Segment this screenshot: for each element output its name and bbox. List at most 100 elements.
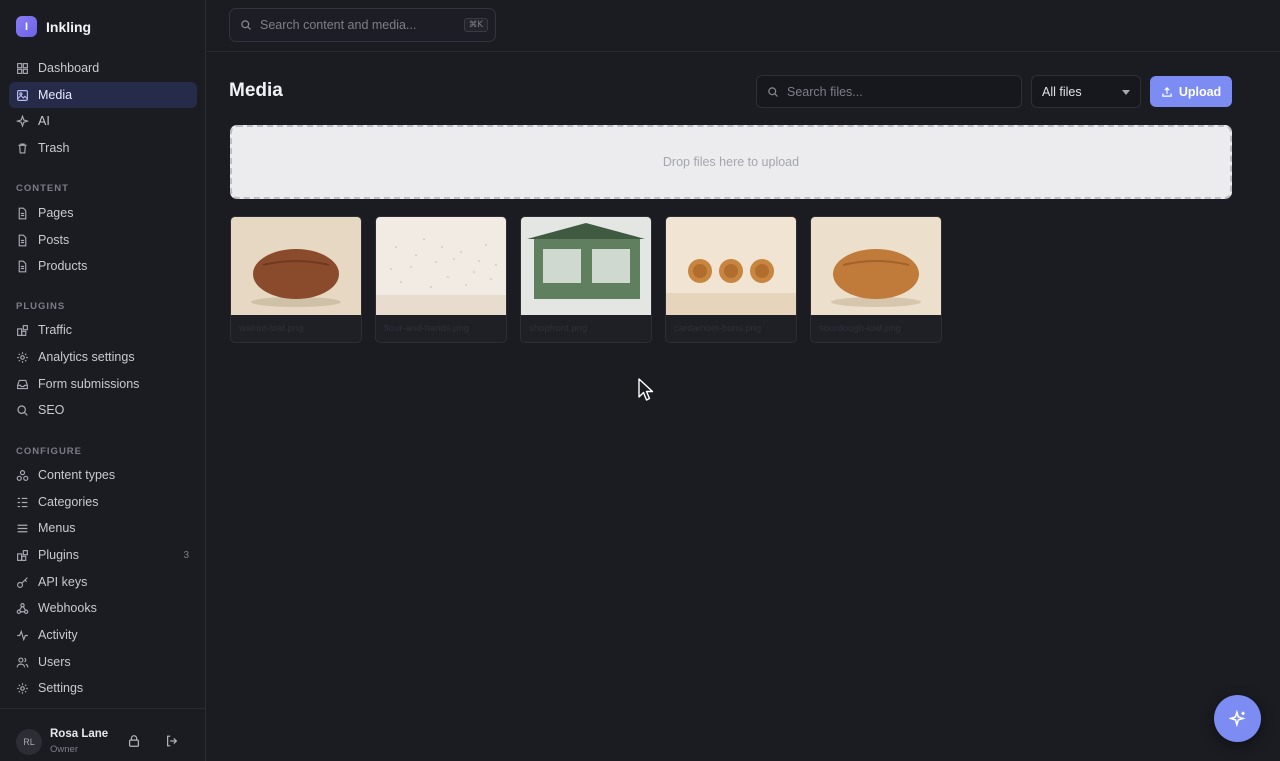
media-card[interactable]: cardamom-buns.png <box>665 216 797 343</box>
sidebar-item-media[interactable]: Media <box>9 82 197 108</box>
user-name: Rosa Lane <box>50 728 109 740</box>
file-search-input[interactable] <box>787 84 1007 99</box>
sidebar-item-label: AI <box>38 114 50 128</box>
global-search[interactable]: ⌘K <box>229 8 496 42</box>
media-thumbnail <box>811 217 941 315</box>
brand-logo: I <box>16 16 37 37</box>
image-icon <box>16 89 29 102</box>
shapes-icon <box>16 469 29 482</box>
sidebar-item-label: Categories <box>38 495 99 509</box>
sidebar-item-label: Analytics settings <box>38 350 135 364</box>
page-title: Media <box>229 80 283 101</box>
sidebar-item-activity[interactable]: Activity <box>9 622 197 648</box>
media-filename: cardamom-buns.png <box>674 323 762 334</box>
media-card[interactable]: walnut-loaf.png <box>230 216 362 343</box>
media-thumbnail <box>376 217 506 315</box>
media-filename: walnut-loaf.png <box>239 323 304 334</box>
document-icon <box>16 234 29 247</box>
ai-assistant-button[interactable] <box>1214 695 1261 742</box>
sidebar-item-plugins[interactable]: Plugins 3 <box>9 542 197 568</box>
sidebar-item-label: Pages <box>38 206 74 220</box>
sidebar-item-label: SEO <box>38 403 65 417</box>
sidebar-item-label: Plugins <box>38 548 79 562</box>
upload-icon <box>1161 86 1173 98</box>
sidebar-item-label: Activity <box>38 628 78 642</box>
sidebar-item-menus[interactable]: Menus <box>9 515 197 541</box>
search-icon <box>767 86 779 98</box>
sidebar-item-dashboard[interactable]: Dashboard <box>9 55 197 81</box>
sidebar-item-form-submissions[interactable]: Form submissions <box>9 371 197 397</box>
sidebar: I Inkling Dashboard Media AI Trash CONTE… <box>0 0 206 761</box>
sidebar-item-seo[interactable]: SEO <box>9 397 197 423</box>
sidebar-item-content-types[interactable]: Content types <box>9 462 197 488</box>
gear-icon <box>16 351 29 364</box>
puzzle-icon <box>16 549 29 562</box>
sidebar-item-label: Traffic <box>38 323 73 337</box>
sidebar-item-analytics-settings[interactable]: Analytics settings <box>9 344 197 370</box>
sidebar-item-label: Trash <box>38 141 70 155</box>
sidebar-item-label: API keys <box>38 575 88 589</box>
plugins-count-badge: 3 <box>183 549 189 561</box>
sidebar-item-pages[interactable]: Pages <box>9 200 197 226</box>
sidebar-item-label: Posts <box>38 233 70 247</box>
search-icon <box>16 404 29 417</box>
avatar[interactable]: RL <box>16 729 42 755</box>
sidebar-item-label: Content types <box>38 468 116 482</box>
gear-icon <box>16 682 29 695</box>
document-icon <box>16 207 29 220</box>
document-icon <box>16 260 29 273</box>
key-icon <box>16 576 29 589</box>
menu-icon <box>16 522 29 535</box>
activity-icon <box>16 629 29 642</box>
sidebar-item-label: Form submissions <box>38 377 140 391</box>
upload-dropzone[interactable]: Drop files here to upload <box>230 125 1232 199</box>
webhook-icon <box>16 602 29 615</box>
filter-value: All files <box>1042 84 1082 99</box>
users-icon <box>16 656 29 669</box>
lock-icon[interactable] <box>127 734 141 748</box>
sparkle-icon <box>16 114 29 128</box>
media-card[interactable]: flour-and-hands.png <box>375 216 507 343</box>
upload-label: Upload <box>1178 84 1222 99</box>
sidebar-item-posts[interactable]: Posts <box>9 227 197 253</box>
media-filename: sourdough-loaf.png <box>819 323 901 334</box>
grid-icon <box>16 62 29 75</box>
brand[interactable]: I Inkling <box>16 16 91 37</box>
file-filter-select[interactable]: All files <box>1031 75 1141 108</box>
upload-button[interactable]: Upload <box>1150 76 1232 107</box>
sidebar-item-api-keys[interactable]: API keys <box>9 569 197 595</box>
media-filename: flour-and-hands.png <box>384 323 470 334</box>
sidebar-item-label: Webhooks <box>38 601 97 615</box>
shortcut-hint: ⌘K <box>463 18 488 32</box>
sidebar-item-settings[interactable]: Settings <box>9 675 197 701</box>
media-card[interactable]: shopfront.png <box>520 216 652 343</box>
sidebar-item-webhooks[interactable]: Webhooks <box>9 595 197 621</box>
media-thumbnail <box>521 217 651 315</box>
media-filename: shopfront.png <box>529 323 588 334</box>
media-thumbnail <box>666 217 796 315</box>
sidebar-item-traffic[interactable]: Traffic <box>9 317 197 343</box>
sidebar-item-label: Dashboard <box>38 61 100 75</box>
sidebar-item-users[interactable]: Users <box>9 649 197 675</box>
sidebar-item-products[interactable]: Products <box>9 253 197 279</box>
dropzone-text: Drop files here to upload <box>662 155 800 169</box>
file-search[interactable] <box>756 75 1022 108</box>
user-role: Owner <box>50 744 78 755</box>
global-search-input[interactable] <box>260 18 455 32</box>
media-thumbnail <box>231 217 361 315</box>
user-footer: RL Rosa Lane Owner <box>0 708 206 761</box>
sidebar-item-label: Products <box>38 259 88 273</box>
list-tree-icon <box>16 496 29 509</box>
brand-name: Inkling <box>46 18 92 35</box>
sidebar-item-categories[interactable]: Categories <box>9 489 197 515</box>
topbar: ⌘K <box>207 0 1280 52</box>
logout-icon[interactable] <box>165 734 179 748</box>
puzzle-icon <box>16 324 29 337</box>
sidebar-item-trash[interactable]: Trash <box>9 135 197 161</box>
inbox-icon <box>16 378 29 391</box>
sidebar-item-ai[interactable]: AI <box>9 108 197 134</box>
media-card[interactable]: sourdough-loaf.png <box>810 216 942 343</box>
sidebar-item-label: Media <box>38 88 73 102</box>
sidebar-item-label: Settings <box>38 681 84 695</box>
mouse-pointer-icon <box>638 378 654 401</box>
